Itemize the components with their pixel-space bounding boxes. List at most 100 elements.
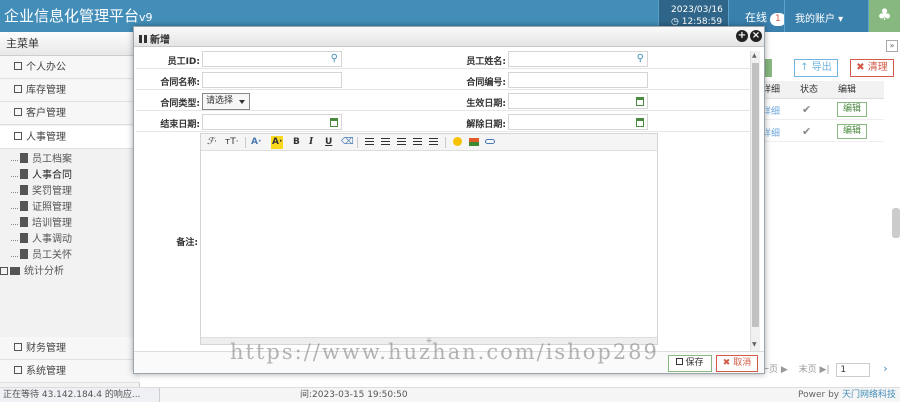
- sidebar-item-label: 人事管理: [26, 132, 66, 143]
- calendar-icon[interactable]: [330, 118, 338, 127]
- tree-item-label: 培训管理: [32, 218, 72, 229]
- contract-name-field[interactable]: [202, 72, 342, 88]
- sidebar-item-finance[interactable]: 财务管理: [0, 337, 140, 360]
- dialog-scrollbar[interactable]: ▲ ▼: [750, 51, 760, 351]
- calendar-icon[interactable]: [636, 118, 644, 127]
- watermark: https://www.huzhan.com/ishop289: [230, 340, 659, 364]
- search-icon[interactable]: ⚲: [331, 53, 338, 64]
- sidebar-item-customers[interactable]: 客户管理: [0, 102, 140, 125]
- contract-number-field[interactable]: [508, 72, 648, 88]
- expand-icon: [0, 267, 8, 275]
- dialog-header: 新增 + ×: [134, 27, 764, 47]
- highlight-button[interactable]: A·: [271, 136, 284, 149]
- font-size-button[interactable]: ᴛT·: [225, 136, 239, 149]
- tree-item-certificates[interactable]: 证照管理: [8, 200, 138, 216]
- grid-icon: [139, 35, 147, 43]
- app-brand[interactable]: 企业信息化管理平台v9: [4, 5, 153, 26]
- underline-button[interactable]: U: [325, 136, 332, 149]
- font-family-button[interactable]: ℱ·: [207, 136, 217, 149]
- editor-toolbar: ℱ· ᴛT· A· A· B I U ⌫: [201, 134, 657, 151]
- collapse-icon: [14, 132, 22, 140]
- my-account-menu[interactable]: 我的账户 ▾: [784, 0, 868, 32]
- clear-button[interactable]: ✖ 清理: [850, 59, 894, 77]
- employee-id-field[interactable]: ⚲: [202, 51, 342, 67]
- effective-date-label: 生效日期:: [466, 99, 506, 109]
- end-date-field[interactable]: [202, 114, 342, 130]
- export-button[interactable]: ↑ 导出: [794, 59, 838, 77]
- expand-icon: [14, 343, 22, 351]
- edit-button[interactable]: 编辑: [837, 102, 867, 117]
- next-page-button[interactable]: ›: [883, 362, 887, 375]
- list-panel: » ↑ 导出 ✖ 清理 详细 状态 编辑 详细 ✔ 编辑 详细 ✔ 编辑 一页 …: [760, 32, 900, 387]
- emoticon-icon[interactable]: [453, 137, 462, 146]
- tree-item-employee-care[interactable]: 员工关怀: [8, 248, 138, 264]
- tree-item-hr-contracts[interactable]: 人事合同: [8, 168, 138, 184]
- page-scrollbar[interactable]: [892, 208, 900, 238]
- italic-button[interactable]: I: [309, 136, 313, 149]
- eraser-icon[interactable]: ⌫: [341, 136, 354, 149]
- sidebar-item-system[interactable]: 系统管理: [0, 360, 140, 383]
- employee-id-label: 员工ID:: [167, 57, 200, 67]
- contract-type-select[interactable]: 请选择: [202, 93, 250, 110]
- expand-icon: [14, 108, 22, 116]
- ordered-list-icon[interactable]: [413, 138, 422, 146]
- powered-by: Power by 天门网络科技: [798, 388, 896, 402]
- hr-tree: 员工档案 人事合同 奖罚管理 证照管理 培训管理 人事调动 员工关怀 统计分析: [0, 152, 138, 280]
- tree-folder-statistics[interactable]: 统计分析: [0, 264, 138, 280]
- page-number-input[interactable]: 1: [836, 363, 871, 377]
- contract-type-label: 合同类型:: [160, 99, 200, 109]
- termination-date-field[interactable]: [508, 114, 648, 130]
- col-edit: 编辑: [838, 85, 857, 95]
- scroll-up-icon[interactable]: ▲: [752, 52, 757, 59]
- font-color-button[interactable]: A·: [251, 136, 261, 149]
- expand-panel-button[interactable]: »: [886, 40, 898, 52]
- end-date-label: 结束日期:: [160, 120, 200, 130]
- sidebar-item-label: 系统管理: [26, 366, 66, 377]
- close-icon[interactable]: ×: [750, 30, 762, 42]
- brand-version: v9: [139, 11, 153, 24]
- new-contract-dialog: 新增 + × 员工ID: ⚲ 员工姓名: ⚲ 合同名称: 合同编号: 合同类型:…: [133, 26, 765, 374]
- power-company-link[interactable]: 天门网络科技: [842, 390, 896, 400]
- sidebar-item-label: 库存管理: [26, 85, 66, 96]
- bold-button[interactable]: B: [293, 136, 300, 149]
- effective-date-field[interactable]: [508, 93, 648, 109]
- dialog-title: 新增: [139, 31, 170, 46]
- tree-item-training[interactable]: 培训管理: [8, 216, 138, 232]
- sidebar-item-personal-office[interactable]: 个人办公: [0, 56, 140, 79]
- align-left-icon[interactable]: [365, 138, 374, 146]
- image-icon[interactable]: [469, 138, 479, 146]
- tree-icon[interactable]: ♣: [868, 0, 900, 32]
- save-button[interactable]: 保存: [668, 355, 712, 372]
- maximize-icon[interactable]: +: [736, 30, 748, 42]
- link-icon[interactable]: [485, 139, 495, 144]
- unordered-list-icon[interactable]: [429, 138, 438, 146]
- search-icon[interactable]: ⚲: [637, 53, 644, 64]
- tree-item-employee-files[interactable]: 员工档案: [8, 152, 138, 168]
- tree-item-label: 奖罚管理: [32, 186, 72, 197]
- sidebar-item-hr[interactable]: 人事管理: [0, 126, 140, 149]
- calendar-icon[interactable]: [636, 97, 644, 106]
- document-icon: [20, 185, 28, 195]
- scroll-down-icon[interactable]: ▼: [752, 341, 757, 348]
- tree-item-rewards[interactable]: 奖罚管理: [8, 184, 138, 200]
- last-page-link[interactable]: 末页 ▶|: [799, 365, 830, 375]
- employee-name-field[interactable]: ⚲: [508, 51, 648, 67]
- col-status: 状态: [800, 85, 819, 95]
- sidebar-title: 主菜单: [0, 32, 139, 56]
- table-row: 详细 ✔ 编辑: [760, 122, 884, 142]
- status-bar: 正在等待 43.142.184.4 的响应... 间:2023-03-15 19…: [0, 387, 900, 402]
- scroll-thumb[interactable]: [752, 63, 759, 327]
- edit-button[interactable]: 编辑: [837, 124, 867, 139]
- cancel-button[interactable]: ✖ 取消: [716, 355, 758, 372]
- rich-text-editor[interactable]: ℱ· ᴛT· A· A· B I U ⌫ ⁜: [200, 133, 658, 345]
- browser-status: 正在等待 43.142.184.4 的响应...: [0, 388, 160, 402]
- online-label: 在线: [745, 11, 767, 24]
- account-label: 我的账户 ▾: [795, 14, 844, 25]
- align-right-icon[interactable]: [397, 138, 406, 146]
- expand-icon: [14, 366, 22, 374]
- align-center-icon[interactable]: [381, 138, 390, 146]
- expand-icon: [14, 62, 22, 70]
- sidebar-item-inventory[interactable]: 库存管理: [0, 79, 140, 102]
- tree-item-label: 员工关怀: [32, 250, 72, 261]
- tree-item-transfers[interactable]: 人事调动: [8, 232, 138, 248]
